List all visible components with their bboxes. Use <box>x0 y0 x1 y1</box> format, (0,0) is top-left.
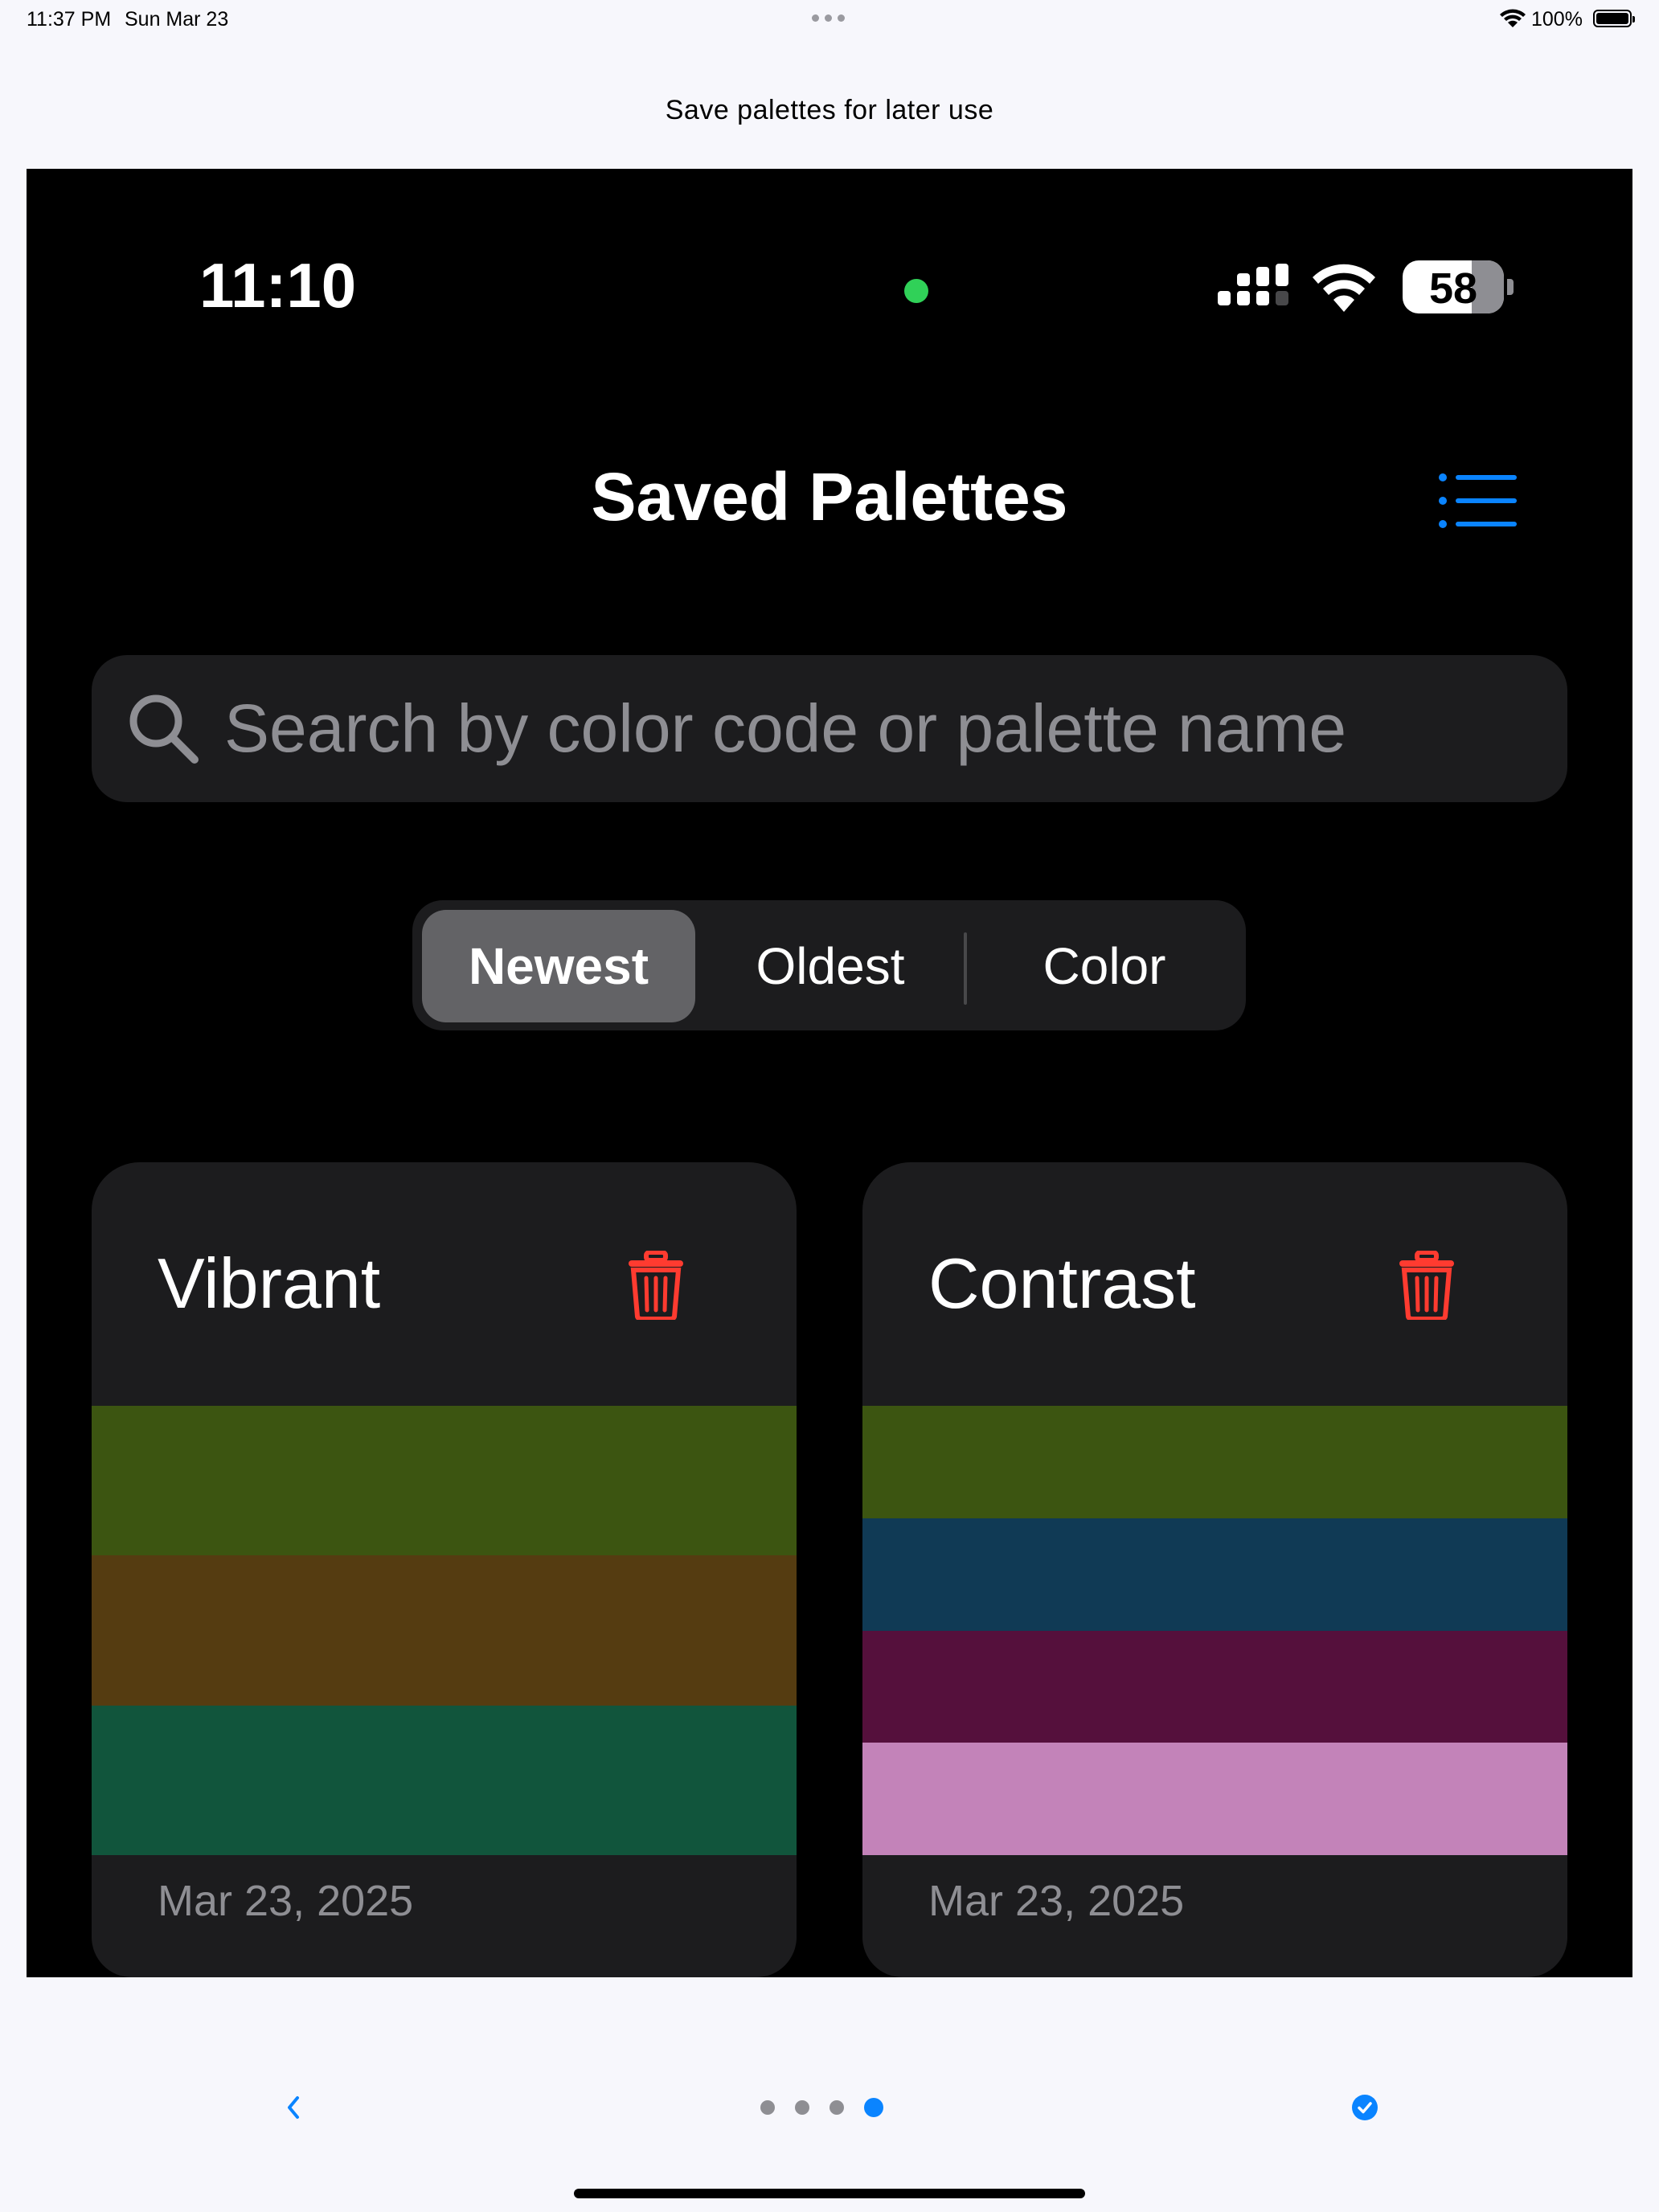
home-indicator[interactable] <box>574 2189 1085 2198</box>
sort-segmented-control: Newest Oldest Color <box>412 900 1246 1030</box>
status-date: Sun Mar 23 <box>125 8 229 31</box>
color-swatch[interactable] <box>862 1518 1567 1631</box>
battery-percent: 100% <box>1531 8 1583 31</box>
search-icon <box>129 694 199 764</box>
page-indicator[interactable] <box>760 2098 883 2117</box>
phone-wifi-icon <box>1313 264 1375 312</box>
palette-card[interactable]: Vibrant Mar 23, 2025 <box>92 1162 797 1977</box>
palette-date: Mar 23, 2025 <box>158 1877 414 1925</box>
cellular-signal-icon <box>1218 264 1288 305</box>
sort-option-newest[interactable]: Newest <box>422 910 695 1022</box>
phone-battery-level: 58 <box>1428 264 1478 313</box>
checkmark-icon[interactable] <box>1352 2095 1378 2120</box>
color-swatch[interactable] <box>862 1406 1567 1518</box>
palette-card[interactable]: Contrast Mar 23, 2025 <box>862 1162 1567 1977</box>
palette-name: Vibrant <box>158 1243 381 1323</box>
trash-icon[interactable] <box>627 1251 685 1320</box>
palette-name: Contrast <box>928 1243 1196 1323</box>
sort-option-oldest[interactable]: Oldest <box>702 910 959 1022</box>
trash-icon[interactable] <box>1398 1251 1456 1320</box>
palette-swatches <box>862 1406 1567 1855</box>
search-bar[interactable] <box>92 655 1567 802</box>
caption: Save palettes for later use <box>665 95 994 125</box>
multitasking-dots-icon[interactable] <box>812 14 845 22</box>
phone-status-time: 11:10 <box>199 250 357 321</box>
palette-date: Mar 23, 2025 <box>928 1877 1185 1925</box>
color-swatch[interactable] <box>862 1743 1567 1855</box>
list-menu-icon[interactable] <box>1438 473 1518 529</box>
phone-battery-icon: 58 <box>1403 260 1504 313</box>
color-swatch[interactable] <box>92 1406 797 1556</box>
wifi-icon <box>1500 9 1526 27</box>
chevron-left-icon[interactable] <box>281 2091 305 2124</box>
page-dot[interactable] <box>864 2098 883 2117</box>
color-swatch[interactable] <box>92 1705 797 1855</box>
palette-swatches <box>92 1406 797 1855</box>
sort-option-color[interactable]: Color <box>972 910 1237 1022</box>
phone-battery-tip <box>1507 279 1514 295</box>
page-dot[interactable] <box>795 2100 809 2115</box>
page-dot[interactable] <box>830 2100 844 2115</box>
ipad-status-bar: 11:37 PM Sun Mar 23 100% <box>0 0 1659 39</box>
battery-icon <box>1593 10 1635 27</box>
status-time: 11:37 PM <box>27 8 112 31</box>
phone-screenshot: 11:10 58 Saved Palettes Newes <box>27 169 1632 1977</box>
camera-indicator-icon <box>904 279 928 303</box>
color-swatch[interactable] <box>862 1630 1567 1743</box>
page-dot[interactable] <box>760 2100 775 2115</box>
page-title: Saved Palettes <box>591 459 1068 535</box>
segment-divider <box>964 932 967 1005</box>
color-swatch[interactable] <box>92 1555 797 1706</box>
search-input[interactable] <box>223 679 1544 777</box>
